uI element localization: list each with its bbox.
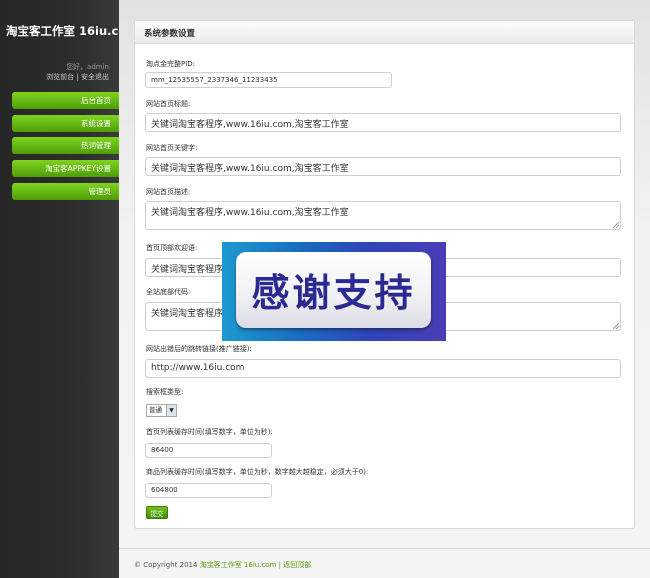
greeting: 您好，admin <box>66 63 109 71</box>
search-type-value: 普通 <box>149 406 162 414</box>
browse-front-link[interactable]: 浏览前台 <box>46 73 74 81</box>
panel-title: 系统参数设置 <box>144 29 196 39</box>
thanks-banner-plate: 感谢支持 <box>236 252 431 328</box>
home-keywords-label: 网站首页关键字: <box>146 144 198 152</box>
sidebar: 淘宝客工作室 16iu.com 您好，admin 浏览前台 | 安全退出 后台首… <box>0 0 138 578</box>
search-type-label: 搜索框类型: <box>146 388 184 396</box>
home-description-textarea[interactable]: 关键词淘宝客程序,www.16iu.com,淘宝客工作室 <box>145 201 621 230</box>
cache-goods-input[interactable]: 604800 <box>145 483 272 498</box>
footer-divider <box>119 548 650 549</box>
nav-item-system-settings[interactable]: 系统设置 <box>12 115 119 132</box>
pid-label: 淘点金完整PID: <box>146 60 196 68</box>
back-to-top-link[interactable]: 返回顶部 <box>283 561 311 569</box>
search-type-select[interactable]: 普通 ▼ <box>146 404 177 417</box>
footer-site-link[interactable]: 淘宝客工作室 16iu.com <box>200 561 277 569</box>
cache-home-input[interactable]: 86400 <box>145 443 272 458</box>
home-title-input[interactable]: 关键词淘宝客程序,www.16iu.com,淘宝客工作室 <box>145 113 621 132</box>
footer-copyright: © Copyright 2014 <box>134 561 200 569</box>
nav-item-dashboard[interactable]: 后台首页 <box>12 92 119 109</box>
footer: © Copyright 2014 淘宝客工作室 16iu.com | 返回顶部 <box>134 560 311 570</box>
nav-item-admins[interactable]: 管理员 <box>12 183 119 200</box>
chevron-down-icon[interactable]: ▼ <box>166 405 176 416</box>
cache-goods-label: 商品列表缓存时间(填写数字，单位为秒，数字越大越稳定，必须大于0): <box>146 468 369 476</box>
logout-link[interactable]: 安全退出 <box>81 73 109 81</box>
user-links: 浏览前台 | 安全退出 <box>46 72 109 82</box>
home-keywords-input[interactable]: 关键词淘宝客程序,www.16iu.com,淘宝客工作室 <box>145 157 621 176</box>
error-redirect-label: 网站出错后的跳转链接(推广链接): <box>146 345 252 353</box>
thanks-banner-text: 感谢支持 <box>251 271 416 315</box>
submit-button[interactable]: 提交 <box>146 506 168 519</box>
home-description-label: 网站首页描述: <box>146 188 191 196</box>
link-separator: | <box>76 73 79 81</box>
welcome-label: 首页顶部欢迎语: <box>146 244 198 252</box>
nav-item-appkey[interactable]: 淘宝客APPKEY设置 <box>12 160 119 177</box>
cache-home-label: 首页列表缓存时间(填写数字，单位为秒): <box>146 428 273 436</box>
thanks-banner: 感谢支持 <box>222 242 446 341</box>
home-title-label: 网站首页标题: <box>146 100 191 108</box>
pid-input[interactable]: mm_12535557_2337346_11233435 <box>145 72 392 88</box>
panel-header: 系统参数设置 <box>135 21 634 44</box>
error-redirect-input[interactable]: http://www.16iu.com <box>145 359 621 378</box>
nav-item-hotwords[interactable]: 热词管理 <box>12 137 119 154</box>
footer-code-label: 全站底部代码: <box>146 288 191 296</box>
